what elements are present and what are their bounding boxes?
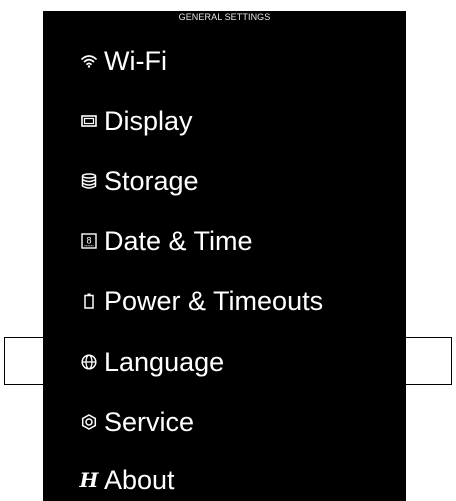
menu-item-label: Wi-Fi (104, 46, 167, 76)
menu-item-label: About (104, 465, 175, 495)
service-icon (81, 413, 97, 431)
menu-item-power-timeouts[interactable]: Power & Timeouts (43, 276, 406, 326)
wifi-icon (81, 52, 97, 70)
page-title: GENERAL SETTINGS (178, 12, 271, 22)
menu-item-date-time[interactable]: 8 Date & Time (43, 216, 406, 266)
menu-item-label: Service (104, 407, 195, 437)
menu-item-label: Date & Time (104, 226, 253, 256)
about-icon: H (79, 468, 99, 492)
storage-icon (81, 172, 97, 190)
menu-item-storage[interactable]: Storage (43, 156, 406, 206)
menu-item-label: Storage (104, 166, 199, 196)
menu-item-language[interactable]: Language (43, 337, 406, 387)
menu-item-label: Power & Timeouts (104, 286, 324, 316)
globe-icon (81, 353, 97, 371)
display-icon (81, 112, 97, 130)
menu-item-label: Language (104, 347, 225, 377)
general-settings-panel: GENERAL SETTINGS Wi-Fi Display Storage 8… (43, 11, 406, 501)
menu-item-label: Display (104, 106, 193, 136)
menu-item-display[interactable]: Display (43, 96, 406, 146)
menu-item-service[interactable]: Service (43, 397, 406, 447)
calendar-icon: 8 (81, 232, 97, 250)
calendar-icon-day: 8 (86, 236, 91, 246)
menu-item-wifi[interactable]: Wi-Fi (43, 36, 406, 86)
menu-item-about[interactable]: H About (43, 455, 406, 501)
battery-icon (81, 292, 97, 310)
